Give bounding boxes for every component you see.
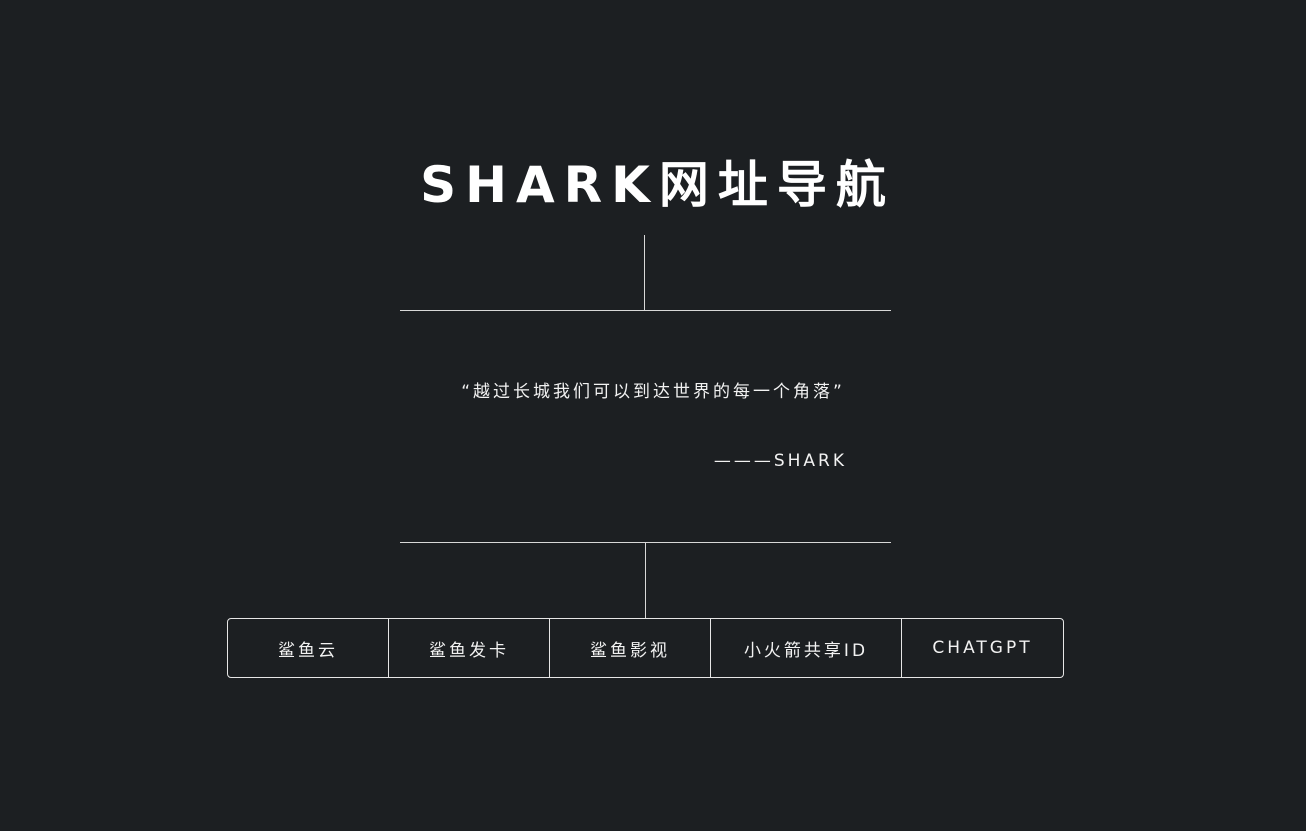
divider-top — [400, 310, 891, 311]
quote-text: “越过长城我们可以到达世界的每一个角落” — [461, 382, 845, 402]
nav-link-shayu-cloud[interactable]: 鲨鱼云 — [228, 619, 389, 677]
nav-bar: 鲨鱼云 鲨鱼发卡 鲨鱼影视 小火箭共享ID CHATGPT — [227, 618, 1064, 678]
page-title: SHARK网址导航 — [420, 156, 895, 214]
nav-link-shayu-faka[interactable]: 鲨鱼发卡 — [389, 619, 550, 677]
nav-link-shayu-video[interactable]: 鲨鱼影视 — [550, 619, 711, 677]
nav-link-chatgpt[interactable]: CHATGPT — [902, 619, 1063, 677]
quote-author: ———SHARK — [713, 451, 847, 471]
nav-link-shadowrocket-shared-id[interactable]: 小火箭共享ID — [711, 619, 902, 677]
connector-line-bottom — [645, 543, 646, 618]
connector-line-top — [644, 235, 645, 310]
